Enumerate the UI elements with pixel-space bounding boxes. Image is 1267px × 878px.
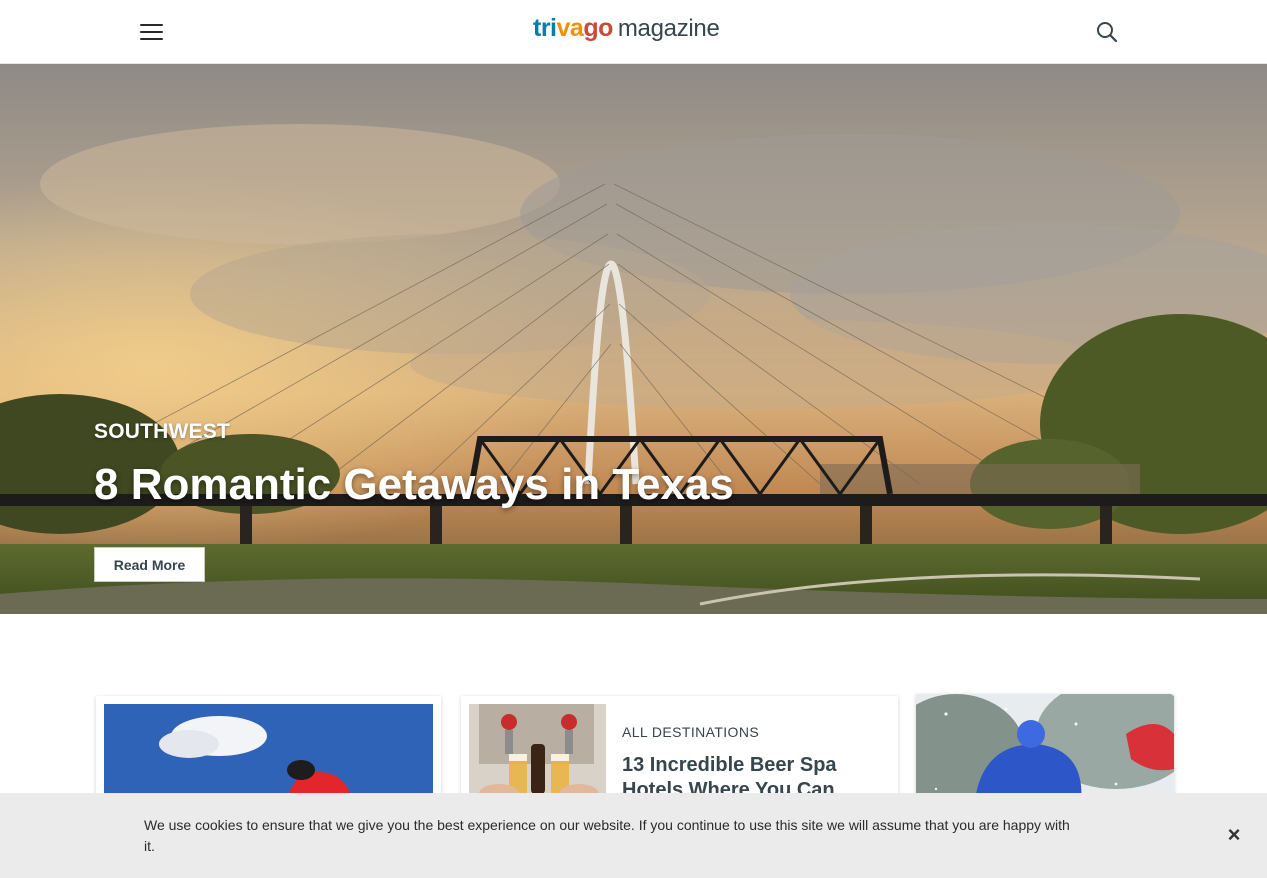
cookie-message: We use cookies to ensure that we give yo… xyxy=(144,817,1070,854)
menu-line xyxy=(140,38,163,40)
hamburger-menu-icon[interactable] xyxy=(138,20,166,44)
hero-bridge-image xyxy=(0,64,1267,614)
logo-part-go: go xyxy=(583,14,613,42)
beer-tap-image xyxy=(469,704,606,804)
cookie-banner: We use cookies to ensure that we give yo… xyxy=(0,793,1267,878)
hero-category-label[interactable]: SOUTHWEST xyxy=(94,420,230,444)
card-category-label[interactable]: ALL DESTINATIONS xyxy=(622,724,759,740)
trivago-magazine-logo[interactable]: trivago magazine xyxy=(533,14,720,48)
logo-wordmark: trivago xyxy=(533,14,613,43)
site-header: trivago magazine xyxy=(0,0,1267,64)
logo-magazine-text: magazine xyxy=(617,15,720,42)
read-more-button[interactable]: Read More xyxy=(94,547,205,582)
menu-line xyxy=(140,24,163,26)
hero-title[interactable]: 8 Romantic Getaways in Texas xyxy=(94,460,734,510)
close-icon[interactable]: × xyxy=(1222,824,1246,848)
search-icon[interactable] xyxy=(1094,19,1120,45)
hero-banner[interactable]: SOUTHWEST 8 Romantic Getaways in Texas R… xyxy=(0,64,1267,614)
logo-part-tri: tri xyxy=(533,14,557,42)
logo-part-va: va xyxy=(556,14,584,42)
menu-line xyxy=(140,31,163,33)
